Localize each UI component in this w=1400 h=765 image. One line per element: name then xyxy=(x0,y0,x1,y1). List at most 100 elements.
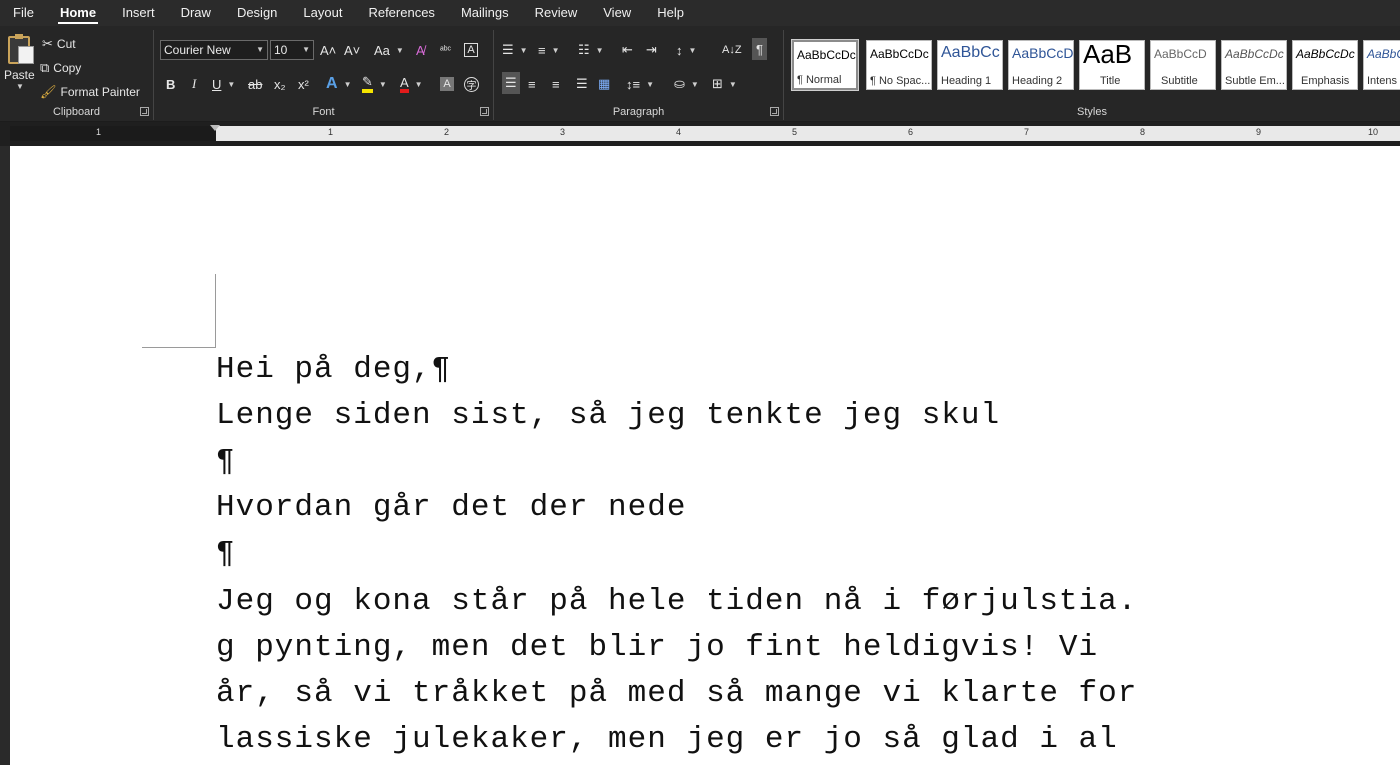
align-left-button[interactable]: ☰ xyxy=(502,72,520,94)
paint-bucket-icon: ⛀ xyxy=(674,76,685,91)
document-line[interactable]: lassiske julekaker, men jeg er jo så gla… xyxy=(216,722,1118,757)
superscript-button[interactable]: x² xyxy=(298,74,309,94)
document-line[interactable]: Jeg og kona står på hele tiden nå i førj… xyxy=(216,584,1137,619)
document-line[interactable]: ¶ xyxy=(216,444,236,479)
tab-layout[interactable]: Layout xyxy=(290,0,355,26)
justify-button[interactable]: ☰ xyxy=(576,74,588,94)
style-name: Title xyxy=(1100,75,1121,87)
first-line-indent-marker[interactable] xyxy=(210,125,220,131)
multilevel-list-button[interactable]: ☷ ▼ xyxy=(578,40,604,60)
shading-button[interactable]: ⛀ ▼ xyxy=(674,74,699,94)
decrease-indent-button[interactable]: ⇤ xyxy=(622,40,633,60)
style-sample: AaBbCcDc xyxy=(870,47,929,61)
text-effects-button[interactable]: A ▼ xyxy=(326,74,351,94)
show-formatting-marks-button[interactable]: ¶ xyxy=(752,38,767,60)
tab-mailings[interactable]: Mailings xyxy=(448,0,522,26)
style-emphasis[interactable]: AaBbCcDc Emphasis xyxy=(1292,40,1358,90)
chevron-down-icon: ▼ xyxy=(646,79,655,89)
style-heading-1[interactable]: AaBbCc Heading 1 xyxy=(937,40,1003,90)
tab-file[interactable]: File xyxy=(0,0,47,26)
tab-insert[interactable]: Insert xyxy=(109,0,168,26)
character-border-button[interactable]: A xyxy=(464,40,478,60)
font-group-label: Font xyxy=(312,106,335,118)
text-direction-icon: ↕ xyxy=(676,42,683,58)
strikethrough-icon: ab xyxy=(248,76,263,92)
highlight-button[interactable]: ✎ ▼ xyxy=(362,74,387,94)
borders-button[interactable]: ⊞ ▼ xyxy=(712,74,737,94)
document-line[interactable]: Hei på deg,¶ xyxy=(216,352,451,387)
style-normal[interactable]: AaBbCcDc ¶ Normal xyxy=(791,39,859,91)
numbering-button[interactable]: ≡ ▼ xyxy=(538,40,560,60)
ruler-number: 10 xyxy=(1368,127,1379,137)
style-subtitle[interactable]: AaBbCcD Subtitle xyxy=(1150,40,1216,90)
chevron-down-icon: ▼ xyxy=(595,45,604,55)
line-spacing-button[interactable]: ↕≡ ▼ xyxy=(626,74,654,94)
italic-icon: I xyxy=(192,76,197,91)
style-subtle-emphasis[interactable]: AaBbCcDc Subtle Em... xyxy=(1221,40,1287,90)
align-left-icon: ☰ xyxy=(505,75,517,90)
italic-button[interactable]: I xyxy=(192,74,196,94)
chevron-down-icon: ▼ xyxy=(519,45,528,55)
align-right-icon: ≡ xyxy=(552,76,560,92)
align-right-button[interactable]: ≡ xyxy=(552,74,560,94)
tab-help[interactable]: Help xyxy=(644,0,697,26)
cut-label: Cut xyxy=(56,37,76,51)
chevron-down-icon: ▼ xyxy=(688,45,697,55)
bullets-button[interactable]: ☰ ▼ xyxy=(502,40,528,60)
enclose-characters-button[interactable]: 字 xyxy=(464,74,479,94)
font-launcher-icon[interactable] xyxy=(480,107,489,116)
strikethrough-button[interactable]: ab xyxy=(248,74,262,94)
style-sample: AaBbCcDc xyxy=(1367,47,1400,61)
document-line[interactable]: Lenge siden sist, så jeg tenkte jeg skul xyxy=(216,398,1000,433)
tab-references[interactable]: References xyxy=(355,0,447,26)
ruler-number: 2 xyxy=(444,127,450,137)
character-shading-button[interactable]: A xyxy=(440,74,454,94)
format-painter-button[interactable]: 🖌 Format Painter xyxy=(40,82,140,102)
document-line[interactable]: år, så vi tråkket på med så mange vi kla… xyxy=(216,676,1137,711)
increase-indent-button[interactable]: ⇥ xyxy=(646,40,657,60)
subscript-button[interactable]: x₂ xyxy=(274,74,286,94)
change-case-button[interactable]: Aa ▼ xyxy=(374,40,404,60)
text-effects-icon: A xyxy=(326,75,338,92)
text-direction-button[interactable]: ↕ ▼ xyxy=(676,40,696,60)
style-title[interactable]: AaB Title xyxy=(1079,40,1145,90)
document-line[interactable]: ¶ xyxy=(216,536,236,571)
tab-review[interactable]: Review xyxy=(522,0,591,26)
grow-font-button[interactable]: A˄ xyxy=(320,40,336,60)
distributed-button[interactable]: ▦ xyxy=(598,74,610,94)
justify-icon: ☰ xyxy=(576,76,588,91)
document-line[interactable]: g pynting, men det blir jo fint heldigvi… xyxy=(216,630,1098,665)
font-name-combo[interactable]: Courier New ▼ xyxy=(160,40,268,60)
tab-home[interactable]: Home xyxy=(47,0,109,26)
style-sample: AaBbCc xyxy=(941,44,1000,61)
font-size-combo[interactable]: 10 ▼ xyxy=(270,40,314,60)
chevron-down-icon: ▼ xyxy=(16,82,24,91)
bold-button[interactable]: B xyxy=(166,74,175,94)
tab-draw[interactable]: Draw xyxy=(168,0,224,26)
cut-button[interactable]: ✂ Cut xyxy=(42,34,76,54)
style-name: Subtitle xyxy=(1161,75,1198,87)
style-no-spacing[interactable]: AaBbCcDc ¶ No Spac... xyxy=(866,40,932,90)
copy-button[interactable]: ⧉ Copy xyxy=(40,58,81,78)
clear-formatting-button[interactable]: A̸ xyxy=(416,40,425,60)
ruler-number: 7 xyxy=(1024,127,1030,137)
paragraph-launcher-icon[interactable] xyxy=(770,107,779,116)
font-color-button[interactable]: A ▼ xyxy=(400,74,423,94)
align-center-button[interactable]: ≡ xyxy=(528,74,536,94)
sort-button[interactable]: A↓Z xyxy=(722,40,742,60)
style-heading-2[interactable]: AaBbCcD Heading 2 xyxy=(1008,40,1074,90)
clipboard-launcher-icon[interactable] xyxy=(140,107,149,116)
phonetic-guide-button[interactable]: ᵃᵇᶜ xyxy=(440,40,451,60)
document-line[interactable]: Hvordan går det der nede xyxy=(216,490,686,525)
tab-view[interactable]: View xyxy=(590,0,644,26)
paste-button[interactable]: Paste ▼ xyxy=(4,34,35,104)
underline-button[interactable]: U ▼ xyxy=(212,74,235,94)
style-sample: AaBbCcDc xyxy=(1225,47,1284,61)
pilcrow-icon: ¶ xyxy=(756,41,763,57)
tab-design[interactable]: Design xyxy=(224,0,290,26)
clipboard-icon xyxy=(8,34,34,64)
increase-indent-icon: ⇥ xyxy=(646,42,657,57)
decrease-indent-icon: ⇤ xyxy=(622,42,633,57)
style-intense-emphasis[interactable]: AaBbCcDc Intens xyxy=(1363,40,1400,90)
shrink-font-button[interactable]: A˅ xyxy=(344,40,360,60)
